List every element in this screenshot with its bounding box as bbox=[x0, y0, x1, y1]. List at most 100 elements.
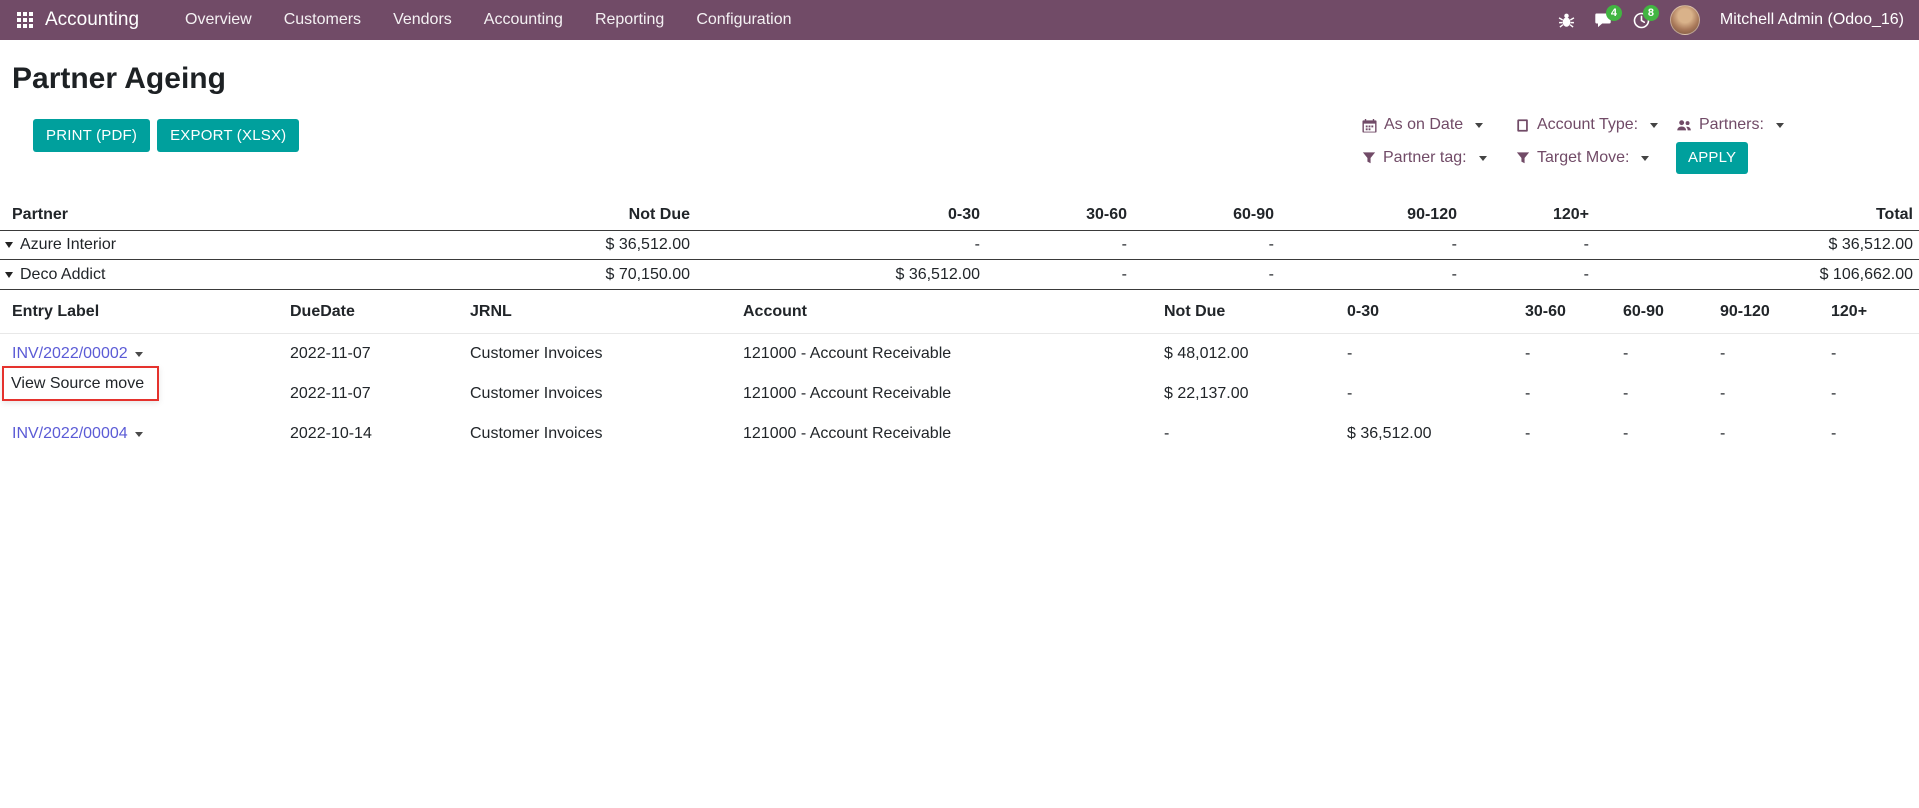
cell-not-due: - bbox=[1152, 425, 1335, 443]
cell-duedate: 2022-10-14 bbox=[278, 425, 458, 443]
chevron-down-icon bbox=[1641, 156, 1649, 161]
cell-0-30: - bbox=[1335, 385, 1513, 403]
view-source-move-menu-item[interactable]: View Source move bbox=[2, 366, 159, 401]
cell-jrnl: Customer Invoices bbox=[458, 425, 731, 443]
nav-item-overview[interactable]: Overview bbox=[169, 0, 268, 40]
chevron-down-icon bbox=[1776, 123, 1784, 128]
as-on-date-label: As on Date bbox=[1384, 116, 1463, 134]
dropdown-caret-icon[interactable] bbox=[135, 352, 143, 357]
column-header-30-60: 30-60 bbox=[1513, 303, 1611, 321]
nav-item-accounting[interactable]: Accounting bbox=[468, 0, 579, 40]
entry-row: 2022-11-07 Customer Invoices 121000 - Ac… bbox=[0, 374, 1919, 414]
invoice-link[interactable]: INV/2022/00002 bbox=[12, 345, 143, 363]
entry-row: INV/2022/00002 2022-11-07 Customer Invoi… bbox=[0, 334, 1919, 374]
account-type-filter[interactable]: Account Type: bbox=[1516, 116, 1676, 134]
cell-duedate: 2022-11-07 bbox=[278, 345, 458, 363]
dropdown-caret-icon[interactable] bbox=[135, 432, 143, 437]
cell-not-due: $ 48,012.00 bbox=[1152, 345, 1335, 363]
user-menu[interactable]: Mitchell Admin (Odoo_16) bbox=[1720, 11, 1904, 29]
partner-name: Azure Interior bbox=[20, 236, 116, 254]
column-header-90-120: 90-120 bbox=[1274, 206, 1457, 224]
cell-60-90: - bbox=[1611, 425, 1708, 443]
invoice-link[interactable]: INV/2022/00004 bbox=[12, 425, 143, 443]
partner-row-deco-addict[interactable]: Deco Addict $ 70,150.00 $ 36,512.00 - - … bbox=[0, 260, 1919, 290]
column-header-0-30: 0-30 bbox=[1335, 303, 1513, 321]
entry-row: INV/2022/00004 2022-10-14 Customer Invoi… bbox=[0, 414, 1919, 454]
nav-item-reporting[interactable]: Reporting bbox=[579, 0, 680, 40]
column-header-120: 120+ bbox=[1819, 303, 1919, 321]
bug-icon[interactable] bbox=[1558, 12, 1575, 29]
column-header-90-120: 90-120 bbox=[1708, 303, 1819, 321]
cell-60-90: - bbox=[1611, 345, 1708, 363]
partners-filter[interactable]: Partners: bbox=[1676, 116, 1802, 134]
column-header-entry-label: Entry Label bbox=[0, 303, 278, 321]
column-header-not-due: Not Due bbox=[1152, 303, 1335, 321]
partner-table-header: Partner Not Due 0-30 30-60 60-90 90-120 … bbox=[0, 180, 1919, 230]
cell-account: 121000 - Account Receivable bbox=[731, 425, 1152, 443]
collapse-caret-icon[interactable] bbox=[5, 242, 13, 248]
cell-120: - bbox=[1457, 266, 1589, 284]
cell-90-120: - bbox=[1708, 345, 1819, 363]
target-move-label: Target Move: bbox=[1537, 149, 1629, 167]
cell-60-90: - bbox=[1611, 385, 1708, 403]
column-header-not-due: Not Due bbox=[300, 206, 690, 224]
cell-30-60: - bbox=[1513, 425, 1611, 443]
cell-120: - bbox=[1819, 345, 1919, 363]
cell-0-30: $ 36,512.00 bbox=[690, 266, 980, 284]
cell-30-60: - bbox=[980, 266, 1127, 284]
apply-button[interactable]: APPLY bbox=[1676, 142, 1748, 174]
partner-tag-label: Partner tag: bbox=[1383, 149, 1467, 167]
column-header-120: 120+ bbox=[1457, 206, 1589, 224]
partner-row-azure-interior[interactable]: Azure Interior $ 36,512.00 - - - - - $ 3… bbox=[0, 230, 1919, 260]
apps-grid-icon[interactable] bbox=[17, 12, 21, 16]
chevron-down-icon bbox=[1650, 123, 1658, 128]
messages-count-badge: 4 bbox=[1606, 5, 1622, 21]
page-title: Partner Ageing bbox=[12, 61, 1919, 97]
column-header-duedate: DueDate bbox=[278, 303, 458, 321]
user-avatar[interactable] bbox=[1670, 5, 1700, 35]
cell-0-30: - bbox=[690, 236, 980, 254]
target-move-filter[interactable]: Target Move: bbox=[1516, 149, 1676, 167]
activities-count-badge: 8 bbox=[1643, 5, 1659, 21]
cell-60-90: - bbox=[1127, 236, 1274, 254]
column-header-account: Account bbox=[731, 303, 1152, 321]
main-menu: Overview Customers Vendors Accounting Re… bbox=[169, 0, 807, 40]
cell-90-120: - bbox=[1708, 425, 1819, 443]
chevron-down-icon bbox=[1479, 156, 1487, 161]
cell-jrnl: Customer Invoices bbox=[458, 385, 731, 403]
cell-120: - bbox=[1457, 236, 1589, 254]
cell-account: 121000 - Account Receivable bbox=[731, 345, 1152, 363]
cell-90-120: - bbox=[1274, 236, 1457, 254]
nav-item-vendors[interactable]: Vendors bbox=[377, 0, 468, 40]
partner-ageing-table: Partner Not Due 0-30 30-60 60-90 90-120 … bbox=[0, 180, 1919, 290]
chevron-down-icon bbox=[1475, 123, 1483, 128]
messages-icon[interactable]: 4 bbox=[1595, 12, 1613, 29]
entry-detail-table: Entry Label DueDate JRNL Account Not Due… bbox=[0, 290, 1919, 454]
partner-tag-filter[interactable]: Partner tag: bbox=[1362, 149, 1516, 167]
cell-not-due: $ 22,137.00 bbox=[1152, 385, 1335, 403]
column-header-60-90: 60-90 bbox=[1611, 303, 1708, 321]
filter-panel: As on Date Account Type: Partners: Partn… bbox=[1362, 116, 1802, 174]
cell-0-30: - bbox=[1335, 345, 1513, 363]
nav-item-customers[interactable]: Customers bbox=[268, 0, 377, 40]
account-type-label: Account Type: bbox=[1537, 116, 1638, 134]
as-on-date-filter[interactable]: As on Date bbox=[1362, 116, 1516, 134]
cell-30-60: - bbox=[1513, 385, 1611, 403]
invoice-number: INV/2022/00002 bbox=[12, 345, 128, 363]
systray: 4 8 Mitchell Admin (Odoo_16) bbox=[1558, 5, 1904, 35]
activities-clock-icon[interactable]: 8 bbox=[1633, 12, 1650, 29]
cell-account: 121000 - Account Receivable bbox=[731, 385, 1152, 403]
column-header-30-60: 30-60 bbox=[980, 206, 1127, 224]
nav-item-configuration[interactable]: Configuration bbox=[680, 0, 807, 40]
cell-120: - bbox=[1819, 385, 1919, 403]
export-xlsx-button[interactable]: EXPORT (XLSX) bbox=[157, 119, 299, 152]
collapse-caret-icon[interactable] bbox=[5, 272, 13, 278]
cell-60-90: - bbox=[1127, 266, 1274, 284]
calendar-icon bbox=[1362, 118, 1377, 133]
cell-30-60: - bbox=[980, 236, 1127, 254]
print-pdf-button[interactable]: PRINT (PDF) bbox=[33, 119, 150, 152]
cell-30-60: - bbox=[1513, 345, 1611, 363]
app-name[interactable]: Accounting bbox=[45, 9, 139, 31]
column-header-partner: Partner bbox=[0, 206, 300, 224]
invoice-number: INV/2022/00004 bbox=[12, 425, 128, 443]
